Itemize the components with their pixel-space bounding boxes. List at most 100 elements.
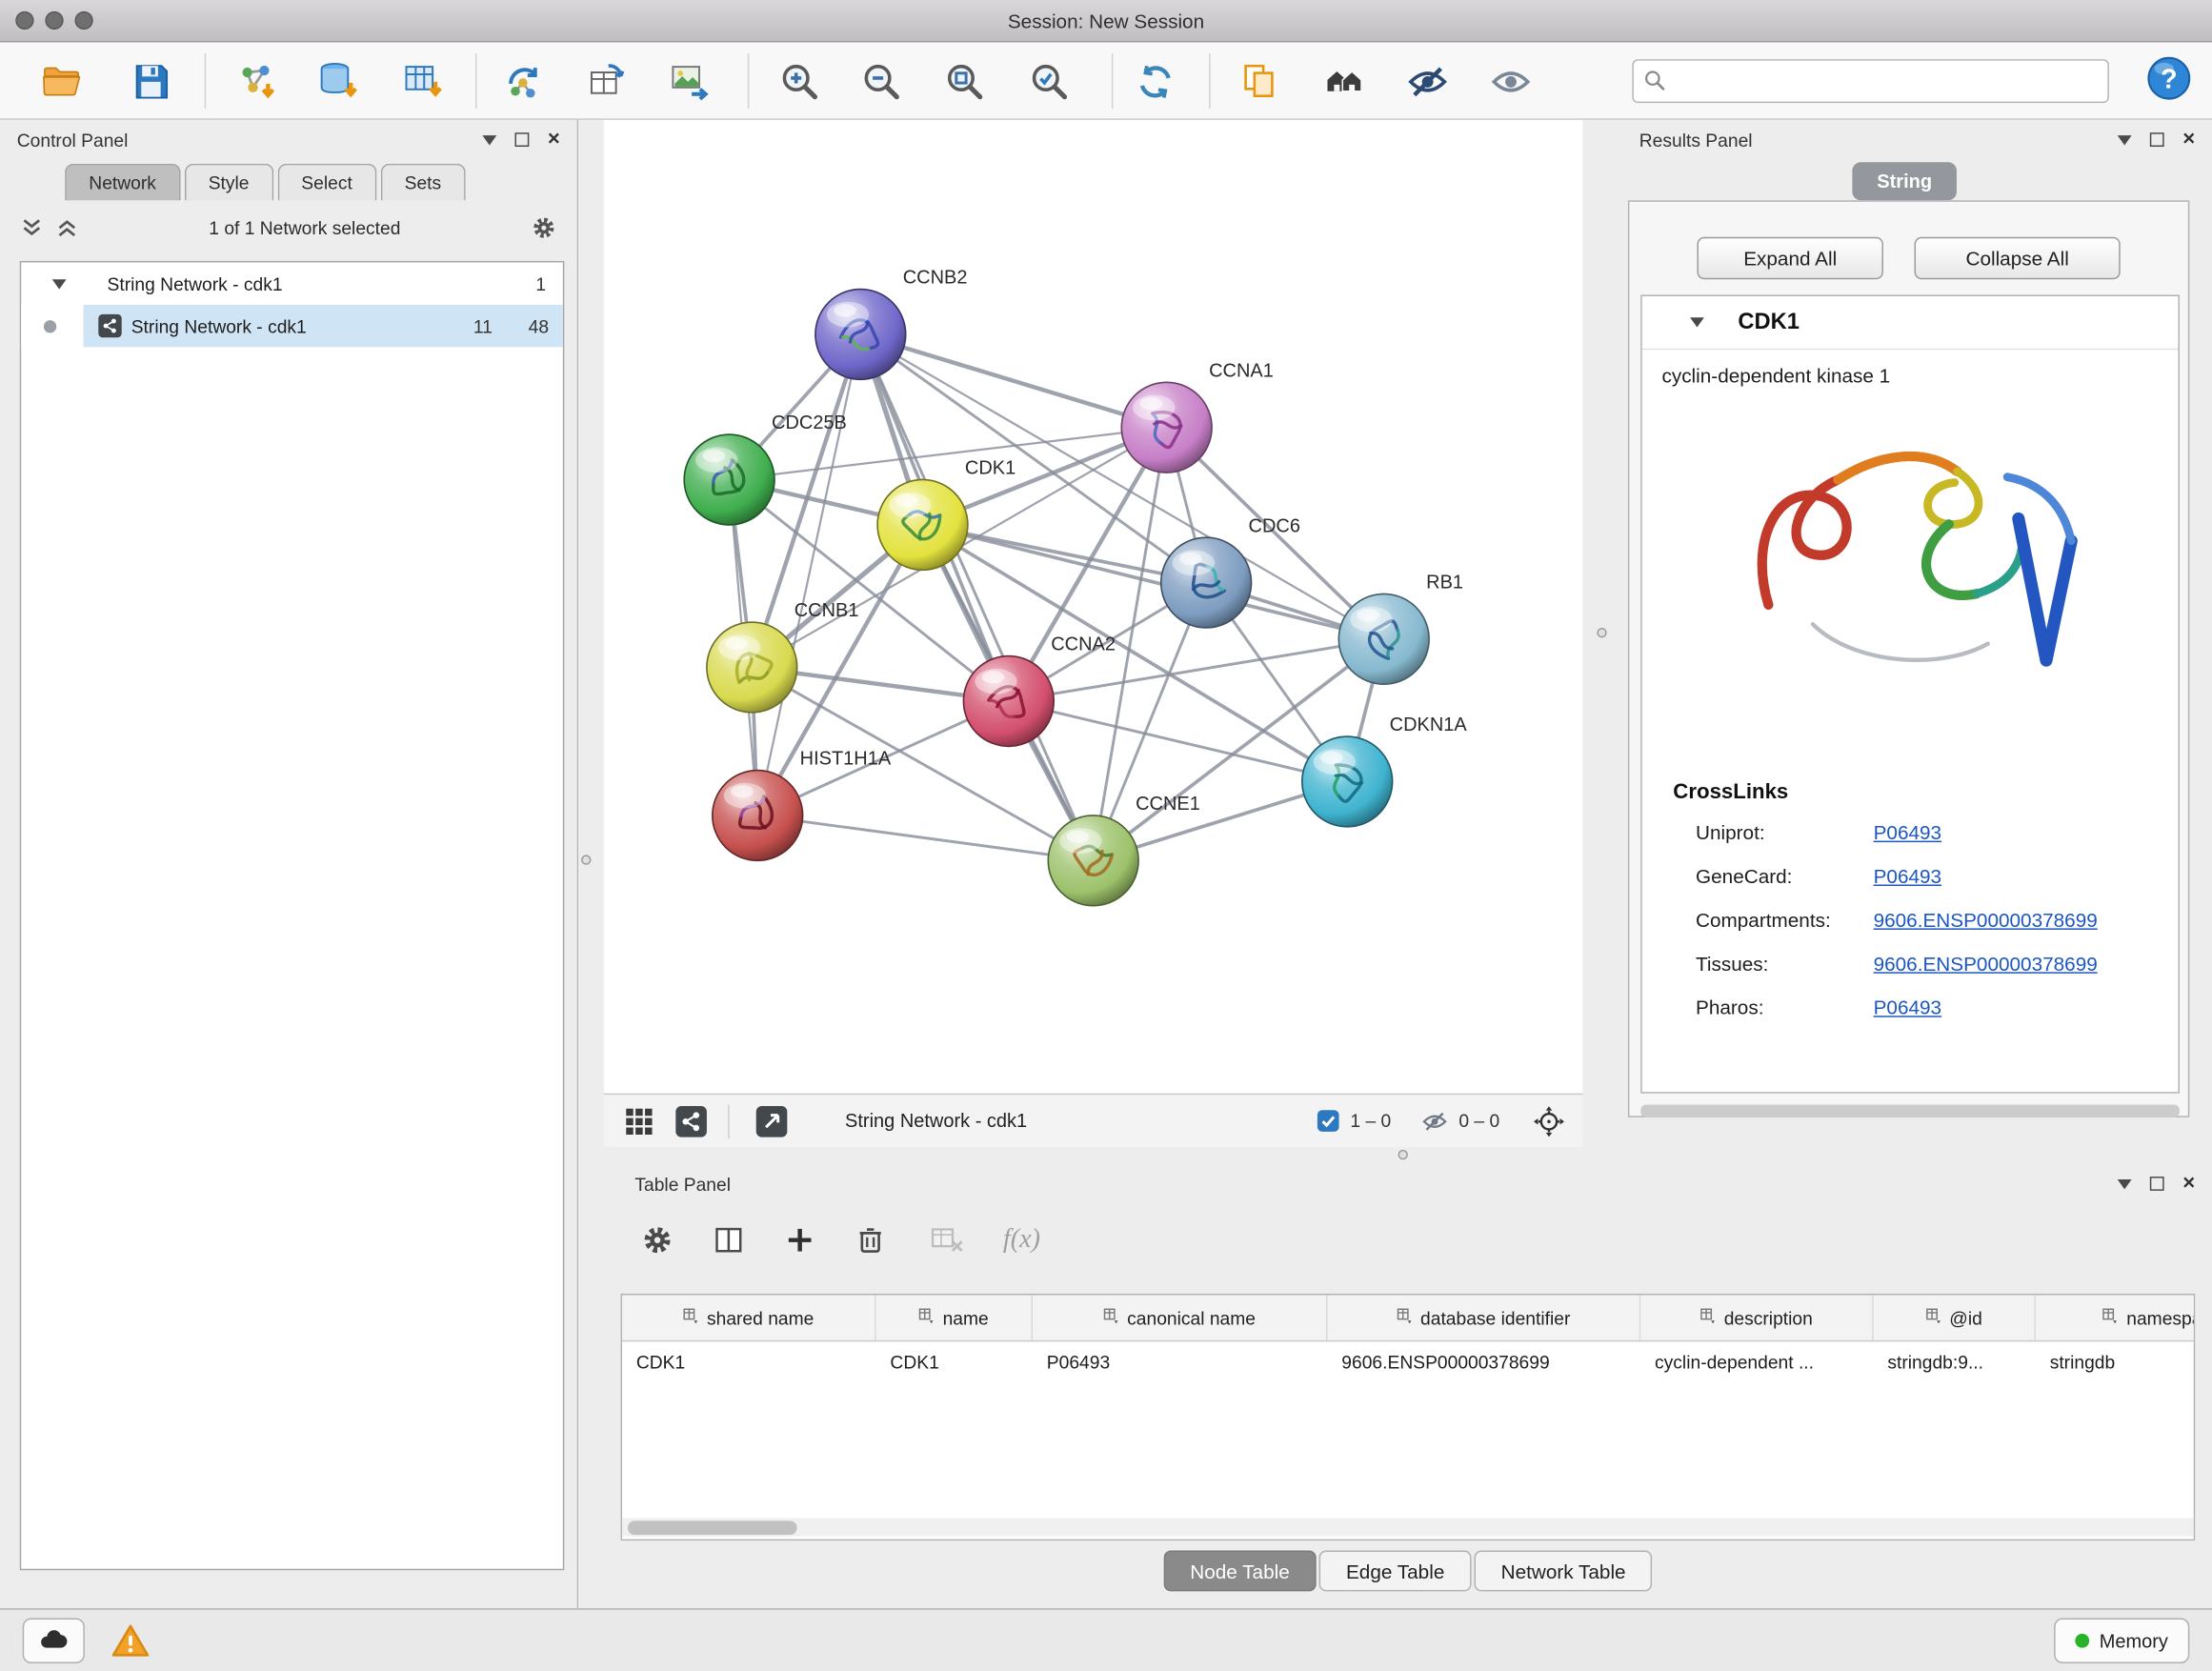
show-columns-icon[interactable] — [711, 1222, 746, 1258]
window-minimize-button[interactable] — [45, 11, 63, 30]
cloud-status-button[interactable] — [23, 1619, 85, 1663]
memory-button[interactable]: Memory — [2054, 1619, 2189, 1663]
export-image-button[interactable] — [657, 50, 722, 114]
control-tab-network[interactable]: Network — [65, 164, 180, 201]
panel-menu-icon[interactable] — [483, 134, 497, 144]
cell-shared-name[interactable]: CDK1 — [622, 1341, 876, 1383]
network-node-CCNB1[interactable]: CCNB1 — [707, 600, 859, 713]
hide-selected-button[interactable] — [1396, 50, 1460, 114]
control-tab-style[interactable]: Style — [185, 164, 273, 201]
column-header-id[interactable]: @id — [1874, 1295, 2036, 1339]
search-input[interactable] — [1632, 59, 2109, 103]
import-network-from-file-button[interactable] — [224, 50, 289, 114]
network-graph[interactable]: CCNB2CCNA1CDC25BCDK1CDC6RB1CCNB1CCNA2CDK… — [604, 120, 1583, 1094]
network-collection-row[interactable]: String Network - cdk1 1 — [21, 262, 563, 304]
network-node-CDKN1A[interactable]: CDKN1A — [1302, 715, 1468, 827]
zoom-out-button[interactable] — [849, 50, 914, 114]
results-scrollbar[interactable] — [1640, 1105, 2180, 1117]
selected-checkbox-icon[interactable] — [1317, 1109, 1340, 1133]
panel-float-icon[interactable] — [2150, 132, 2164, 147]
network-node-CDK1[interactable]: CDK1 — [877, 458, 1016, 571]
crosslink-link-compartments[interactable]: 9606.ENSP00000378699 — [1874, 908, 2098, 931]
panel-close-icon[interactable]: × — [2182, 132, 2195, 147]
cell-canonical-name[interactable]: P06493 — [1033, 1341, 1328, 1383]
cell-id[interactable]: stringdb:9... — [1874, 1341, 2036, 1383]
import-network-from-database-button[interactable] — [306, 50, 371, 114]
table-row[interactable]: CDK1CDK1P064939606.ENSP00000378699cyclin… — [622, 1341, 2195, 1383]
tab-network-table[interactable]: Network Table — [1474, 1550, 1652, 1591]
network-node-CCNA1[interactable]: CCNA1 — [1121, 360, 1274, 473]
help-button[interactable]: ? — [2145, 55, 2192, 102]
left-splitter[interactable] — [578, 120, 604, 1608]
network-edge[interactable] — [757, 815, 1093, 860]
new-network-button[interactable] — [493, 50, 557, 114]
control-tab-select[interactable]: Select — [277, 164, 376, 201]
column-header-shared-name[interactable]: shared name — [622, 1295, 876, 1339]
control-tab-sets[interactable]: Sets — [380, 164, 465, 201]
string-share-icon[interactable] — [674, 1104, 709, 1138]
zoom-fit-button[interactable] — [933, 50, 997, 114]
splitter-handle[interactable] — [1398, 1150, 1408, 1159]
gear-icon[interactable] — [531, 213, 557, 240]
import-table-from-file-button[interactable] — [391, 50, 455, 114]
panel-close-icon[interactable]: × — [548, 132, 560, 147]
tab-edge-table[interactable]: Edge Table — [1319, 1550, 1472, 1591]
open-in-new-window-icon[interactable] — [754, 1104, 789, 1138]
column-header-name[interactable]: name — [876, 1295, 1033, 1339]
network-edge[interactable] — [922, 525, 1383, 639]
network-canvas[interactable]: CCNB2CCNA1CDC25BCDK1CDC6RB1CCNB1CCNA2CDK… — [604, 120, 1583, 1094]
cell-description[interactable]: cyclin-dependent ... — [1640, 1341, 1873, 1383]
open-session-button[interactable] — [31, 50, 96, 114]
column-header-namespace[interactable]: namespace — [2036, 1295, 2195, 1339]
panel-float-icon[interactable] — [2150, 1177, 2164, 1191]
panel-menu-icon[interactable] — [2118, 1178, 2132, 1188]
tab-node-table[interactable]: Node Table — [1163, 1550, 1317, 1591]
scrollbar-thumb[interactable] — [628, 1520, 797, 1535]
crosslink-link-uniprot[interactable]: P06493 — [1874, 820, 1941, 843]
cell-namespace[interactable]: stringdb — [2036, 1341, 2195, 1383]
grid-view-icon[interactable] — [624, 1105, 655, 1137]
disclosure-triangle-icon[interactable] — [1690, 317, 1704, 327]
expand-all-button[interactable]: Expand All — [1697, 237, 1882, 279]
window-close-button[interactable] — [15, 11, 33, 30]
table-hscrollbar[interactable] — [622, 1518, 2194, 1536]
panel-float-icon[interactable] — [515, 132, 530, 147]
hidden-eye-slash-icon[interactable] — [1420, 1107, 1449, 1136]
splitter-handle[interactable] — [581, 855, 591, 864]
crosslink-link-pharos[interactable]: P06493 — [1874, 996, 1941, 1018]
window-zoom-button[interactable] — [74, 11, 92, 30]
delete-trash-icon[interactable] — [854, 1223, 888, 1258]
cell-name[interactable]: CDK1 — [876, 1341, 1033, 1383]
network-node-HIST1H1A[interactable]: HIST1H1A — [713, 749, 892, 861]
crosslink-link-genecard[interactable]: P06493 — [1874, 864, 1941, 887]
new-table-button[interactable] — [574, 50, 639, 114]
network-edge[interactable] — [860, 334, 1093, 860]
panel-close-icon[interactable]: × — [2182, 1177, 2195, 1191]
network-edge[interactable] — [1009, 701, 1347, 781]
crosslink-link-tissues[interactable]: 9606.ENSP00000378699 — [1874, 952, 2098, 975]
column-header-database-identifier[interactable]: database identifier — [1327, 1295, 1640, 1339]
right-splitter[interactable] — [1583, 120, 1622, 1164]
network-edge[interactable] — [757, 334, 860, 815]
zoom-selected-button[interactable] — [1017, 50, 1082, 114]
zoom-in-button[interactable] — [768, 50, 833, 114]
add-column-plus-icon[interactable] — [783, 1223, 817, 1258]
show-all-button[interactable] — [1478, 50, 1543, 114]
splitter-handle[interactable] — [1597, 628, 1606, 637]
refresh-view-button[interactable] — [1123, 50, 1188, 114]
collapse-all-icon[interactable] — [20, 215, 44, 239]
expand-all-icon[interactable] — [55, 215, 79, 239]
save-session-button[interactable] — [118, 50, 183, 114]
panel-menu-icon[interactable] — [2118, 134, 2132, 144]
network-row-selected[interactable]: String Network - cdk1 11 48 — [21, 305, 563, 347]
network-node-CDC6[interactable]: CDC6 — [1161, 515, 1300, 628]
table-settings-gear-icon[interactable] — [640, 1223, 674, 1258]
network-node-CCNB2[interactable]: CCNB2 — [815, 268, 968, 380]
copy-document-button[interactable] — [1227, 50, 1292, 114]
warning-icon[interactable] — [111, 1621, 151, 1662]
move-crosshair-icon[interactable] — [1532, 1104, 1566, 1138]
collapse-all-button[interactable]: Collapse All — [1915, 237, 2121, 279]
column-header-canonical-name[interactable]: canonical name — [1033, 1295, 1328, 1339]
protein-card-header[interactable]: CDK1 — [1642, 296, 2179, 350]
disclosure-triangle-icon[interactable] — [52, 278, 67, 288]
